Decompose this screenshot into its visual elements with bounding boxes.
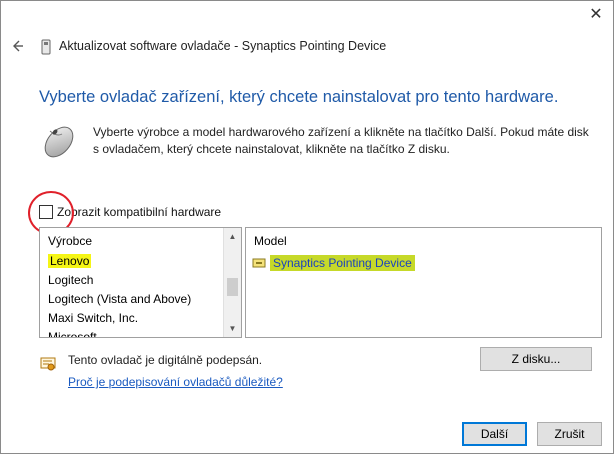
- back-arrow-icon[interactable]: [9, 38, 25, 54]
- driver-icon: [252, 258, 266, 268]
- list-item[interactable]: Logitech (Vista and Above): [40, 290, 222, 309]
- signature-status: Tento ovladač je digitálně podepsán.: [68, 353, 263, 367]
- page-heading: Vyberte ovladač zařízení, který chcete n…: [39, 88, 559, 106]
- close-button[interactable]: ✕: [581, 3, 611, 27]
- list-item[interactable]: Maxi Switch, Inc.: [40, 309, 222, 328]
- manufacturer-list[interactable]: Výrobce Lenovo Logitech Logitech (Vista …: [39, 227, 242, 338]
- cancel-button[interactable]: Zrušit: [537, 422, 602, 446]
- driver-signing-link[interactable]: Proč je podepisování ovladačů důležité?: [68, 375, 283, 389]
- next-button[interactable]: Další: [462, 422, 527, 446]
- model-item-label: Synaptics Pointing Device: [270, 255, 415, 271]
- have-disk-button[interactable]: Z disku...: [480, 347, 592, 371]
- list-item[interactable]: Logitech: [40, 271, 222, 290]
- scroll-thumb[interactable]: [227, 278, 238, 296]
- compatible-hardware-label[interactable]: Zobrazit kompatibilní hardware: [57, 205, 221, 219]
- manufacturer-header: Výrobce: [48, 234, 93, 248]
- list-item[interactable]: Microsoft: [40, 328, 222, 337]
- scroll-down-icon[interactable]: ▼: [224, 320, 241, 337]
- manufacturer-scrollbar[interactable]: ▲ ▼: [223, 228, 241, 337]
- window-title: Aktualizovat software ovladače - Synapti…: [59, 39, 387, 53]
- dialog-window: ✕ Aktualizovat software ovladače - Synap…: [0, 0, 614, 454]
- list-item[interactable]: Synaptics Pointing Device: [252, 254, 415, 272]
- description-text: Vyberte výrobce a model hardwarového zař…: [93, 125, 589, 156]
- mouse-icon: [44, 126, 74, 158]
- list-item[interactable]: Lenovo: [40, 252, 222, 271]
- certificate-icon: [40, 357, 56, 371]
- model-header: Model: [254, 234, 287, 248]
- device-icon: [41, 39, 51, 55]
- manufacturer-items: Lenovo Logitech Logitech (Vista and Abov…: [40, 252, 222, 337]
- model-list[interactable]: Model Synaptics Pointing Device: [245, 227, 602, 338]
- scroll-up-icon[interactable]: ▲: [224, 228, 241, 245]
